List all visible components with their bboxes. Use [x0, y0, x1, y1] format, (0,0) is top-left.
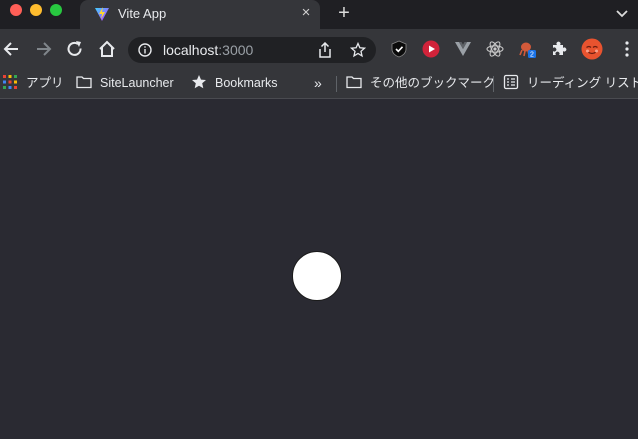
bookmark-bookmarks-label: Bookmarks	[215, 76, 278, 90]
octopus-extension-icon[interactable]: 2	[518, 40, 536, 58]
shield-extension-icon[interactable]	[390, 40, 408, 58]
profile-avatar[interactable]	[581, 38, 603, 60]
new-tab-button[interactable]: +	[334, 2, 354, 24]
bookmarks-divider	[493, 76, 494, 92]
extension-badge: 2	[530, 52, 534, 59]
bookmarks-bar: アプリ SiteLauncher Bookmarks » その他のブックマーク …	[0, 68, 638, 99]
info-icon[interactable]	[138, 43, 152, 57]
play-extension-icon[interactable]	[422, 40, 440, 58]
back-arrow-icon[interactable]	[2, 39, 22, 59]
more-bookmarks-chevron-icon[interactable]: »	[314, 74, 322, 92]
star-icon	[192, 75, 206, 89]
bookmark-other-folder[interactable]: その他のブックマーク	[346, 74, 495, 92]
reading-list-button[interactable]: リーディング リスト	[503, 74, 638, 92]
tab-strip: Vite App × +	[0, 0, 638, 29]
kebab-menu-icon[interactable]	[622, 40, 632, 58]
window-close-button[interactable]	[10, 4, 22, 16]
window-maximize-button[interactable]	[50, 4, 62, 16]
url-text[interactable]: localhost:3000	[163, 42, 253, 58]
vite-logo-icon	[95, 7, 109, 21]
home-icon[interactable]	[97, 39, 117, 59]
forward-arrow-icon[interactable]	[33, 39, 53, 59]
bookmarks-divider	[336, 76, 337, 92]
react-devtools-icon[interactable]	[486, 40, 504, 58]
bookmark-apps[interactable]: アプリ	[2, 74, 66, 92]
bookmark-star-icon[interactable]	[350, 42, 366, 58]
reload-icon[interactable]	[65, 39, 85, 59]
reading-list-label: リーディング リスト	[527, 76, 638, 90]
tab-title: Vite App	[118, 6, 167, 21]
tab-close-icon[interactable]: ×	[298, 5, 314, 21]
window-minimize-button[interactable]	[30, 4, 42, 16]
bookmark-bookmarks[interactable]: Bookmarks	[191, 74, 287, 92]
address-bar[interactable]: localhost:3000	[128, 37, 376, 63]
bookmark-apps-label: アプリ	[26, 76, 64, 90]
bookmark-sitelauncher-label: SiteLauncher	[100, 76, 174, 90]
page-viewport	[0, 100, 638, 439]
share-icon[interactable]	[318, 42, 332, 58]
reading-list-icon	[503, 74, 519, 90]
bookmark-other-label: その他のブックマーク	[370, 76, 496, 90]
apps-grid-icon	[3, 75, 17, 89]
bookmark-sitelauncher[interactable]: SiteLauncher	[76, 74, 180, 92]
folder-icon	[346, 76, 362, 89]
folder-icon	[76, 76, 92, 89]
vue-devtools-icon[interactable]	[454, 40, 472, 58]
puzzle-extensions-icon[interactable]	[550, 40, 568, 58]
chevron-down-icon[interactable]	[614, 5, 630, 21]
tab-vite-app[interactable]: Vite App ×	[80, 0, 320, 29]
white-circle	[292, 251, 342, 301]
